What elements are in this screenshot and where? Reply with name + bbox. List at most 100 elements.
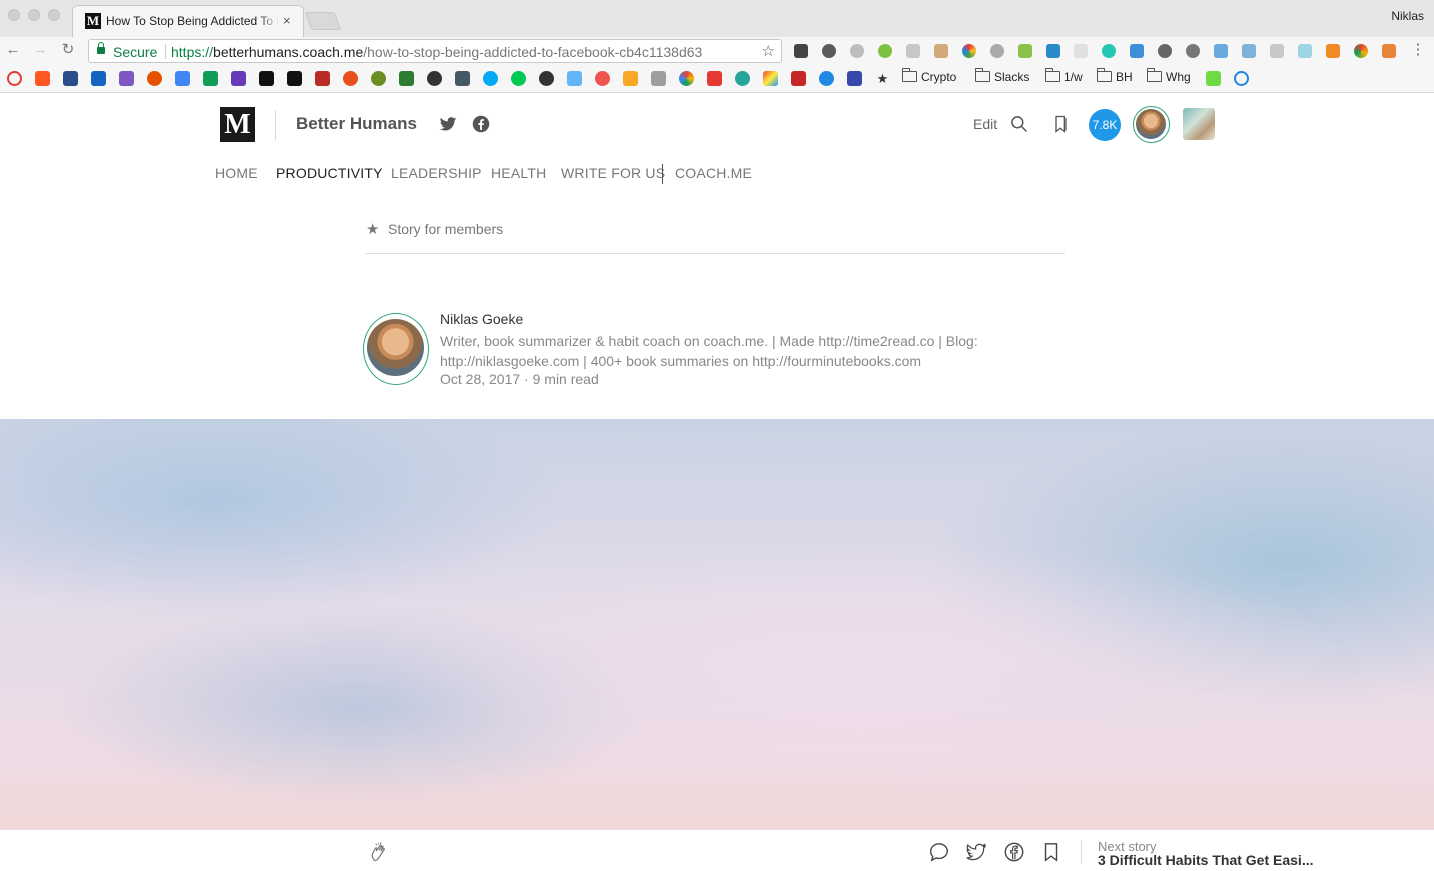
bookmark-folder-bh[interactable]: BH	[1097, 68, 1133, 84]
upwork-bookmark-icon[interactable]	[1206, 71, 1221, 86]
adblock-extension-icon[interactable]	[850, 44, 864, 58]
address-bar[interactable]: Secure https://betterhumans.coach.me/how…	[88, 39, 782, 63]
todoist-bookmark-icon[interactable]	[595, 71, 610, 86]
soundcloud-bookmark-icon[interactable]	[35, 71, 50, 86]
color-wheel-extension-icon[interactable]	[962, 44, 976, 58]
star-bookmark-icon[interactable]: ★	[875, 71, 890, 86]
maximize-window-button[interactable]	[48, 9, 60, 21]
colorful-bookmark-icon[interactable]	[763, 71, 778, 86]
comment-icon[interactable]	[928, 841, 950, 863]
tab-close-icon[interactable]: ×	[283, 13, 291, 28]
walk-bookmark-icon[interactable]	[567, 71, 582, 86]
bookmark-folder-crypto[interactable]: Crypto	[902, 68, 956, 84]
green-extension-icon[interactable]	[878, 44, 892, 58]
moon-bookmark-icon[interactable]	[819, 71, 834, 86]
nav-write-for-us[interactable]: WRITE FOR US	[561, 165, 665, 181]
face-extension-icon[interactable]	[934, 44, 948, 58]
photos-bookmark-icon[interactable]	[679, 71, 694, 86]
app-bookmark-icon[interactable]	[119, 71, 134, 86]
minimize-window-button[interactable]	[28, 9, 40, 21]
green-circle-bookmark-icon[interactable]	[371, 71, 386, 86]
screen-extension-icon[interactable]	[1298, 44, 1312, 58]
calendar-bookmark-icon[interactable]	[651, 71, 666, 86]
link-bookmark-icon[interactable]	[147, 71, 162, 86]
medium-favicon-icon: M	[85, 13, 101, 29]
publication-name[interactable]: Better Humans	[296, 114, 417, 134]
cloud-extension-icon[interactable]	[1270, 44, 1284, 58]
analytics-bookmark-icon[interactable]	[623, 71, 638, 86]
publication-thumbnail[interactable]	[1183, 108, 1215, 140]
notifications-badge[interactable]: 7.8K	[1089, 109, 1121, 141]
next-story-link[interactable]: 3 Difficult Habits That Get Easi...	[1098, 852, 1334, 868]
tab-active[interactable]: M How To Stop Being Addicted To Facebook…	[72, 5, 304, 37]
blue-c-bookmark-icon[interactable]	[483, 71, 498, 86]
teal-extension-icon[interactable]	[1102, 44, 1116, 58]
k-extension-icon[interactable]	[1158, 44, 1172, 58]
medium-logo[interactable]: M	[220, 107, 255, 142]
twitter-icon[interactable]	[439, 115, 457, 133]
nav-leadership[interactable]: LEADERSHIP	[391, 165, 482, 181]
red-box-bookmark-icon[interactable]	[791, 71, 806, 86]
menu-kebab-icon[interactable]: ⋮	[1410, 42, 1426, 58]
dark-bookmark-icon[interactable]	[539, 71, 554, 86]
url-text[interactable]: https://betterhumans.coach.me/how-to-sto…	[171, 44, 702, 60]
window-extension-icon[interactable]	[1214, 44, 1228, 58]
fox-extension-icon[interactable]	[1382, 44, 1396, 58]
producthunt-bookmark-icon[interactable]	[343, 71, 358, 86]
nav-coach-me[interactable]: COACH.ME	[675, 165, 752, 181]
author-avatar[interactable]	[363, 313, 429, 385]
teal-dot-bookmark-icon[interactable]	[735, 71, 750, 86]
green-dot-bookmark-icon[interactable]	[511, 71, 526, 86]
wave-extension-icon[interactable]	[1242, 44, 1256, 58]
edit-link[interactable]: Edit	[973, 116, 997, 132]
medium-bookmark-icon[interactable]	[287, 71, 302, 86]
back-arrow-icon[interactable]: ←	[5, 42, 21, 58]
search-extension-icon[interactable]	[990, 44, 1004, 58]
dkb-bookmark-icon[interactable]	[63, 71, 78, 86]
docs-bookmark-icon[interactable]	[175, 71, 190, 86]
tum-bookmark-icon[interactable]	[847, 71, 862, 86]
photo-bookmark-icon[interactable]	[455, 71, 470, 86]
clap-icon[interactable]	[368, 841, 390, 863]
bookmarks-icon[interactable]	[1051, 114, 1071, 134]
save-extension-icon[interactable]	[1018, 44, 1032, 58]
grey-extension-icon[interactable]	[906, 44, 920, 58]
refresh-bookmark-icon[interactable]	[7, 71, 22, 86]
share-twitter-icon[interactable]	[965, 841, 987, 863]
facebook-icon[interactable]	[472, 115, 490, 133]
compass-extension-icon[interactable]	[1046, 44, 1060, 58]
g-bookmark-icon[interactable]	[707, 71, 722, 86]
bank-bookmark-icon[interactable]	[91, 71, 106, 86]
forward-arrow-icon[interactable]: →	[32, 42, 48, 58]
close-window-button[interactable]	[8, 9, 20, 21]
new-tab-button[interactable]	[304, 12, 342, 30]
forms-bookmark-icon[interactable]	[231, 71, 246, 86]
quora-bookmark-icon[interactable]	[315, 71, 330, 86]
bookmark-folder-1w[interactable]: 1/w	[1045, 68, 1083, 84]
profile-name[interactable]: Niklas	[1391, 9, 1424, 23]
bookmark-folder-whg[interactable]: Whg	[1147, 68, 1191, 84]
bookmark-star-icon[interactable]: ☆	[762, 42, 775, 60]
buffer-extension-icon[interactable]	[794, 44, 808, 58]
game-bookmark-icon[interactable]	[399, 71, 414, 86]
infinity-bookmark-icon[interactable]	[1234, 71, 1249, 86]
share-facebook-icon[interactable]	[1003, 841, 1025, 863]
chrome-extension-icon[interactable]	[1354, 44, 1368, 58]
user-avatar[interactable]	[1133, 106, 1170, 143]
tab-extension-icon[interactable]	[1130, 44, 1144, 58]
reload-icon[interactable]: ↻	[60, 42, 76, 58]
doc-extension-icon[interactable]	[1074, 44, 1088, 58]
bookmark-folder-slacks[interactable]: Slacks	[975, 68, 1029, 84]
trello-bookmark-icon[interactable]	[259, 71, 274, 86]
dark-circle-extension-icon[interactable]	[1186, 44, 1200, 58]
evernote-extension-icon[interactable]	[822, 44, 836, 58]
author-name[interactable]: Niklas Goeke	[440, 311, 523, 327]
nav-productivity[interactable]: PRODUCTIVITY	[276, 165, 383, 181]
nav-health[interactable]: HEALTH	[491, 165, 546, 181]
search-icon[interactable]	[1009, 114, 1029, 134]
check-bookmark-icon[interactable]	[427, 71, 442, 86]
sheets-bookmark-icon[interactable]	[203, 71, 218, 86]
nav-home[interactable]: HOME	[215, 165, 258, 181]
bookmark-icon[interactable]	[1040, 841, 1062, 863]
orange-extension-icon[interactable]	[1326, 44, 1340, 58]
